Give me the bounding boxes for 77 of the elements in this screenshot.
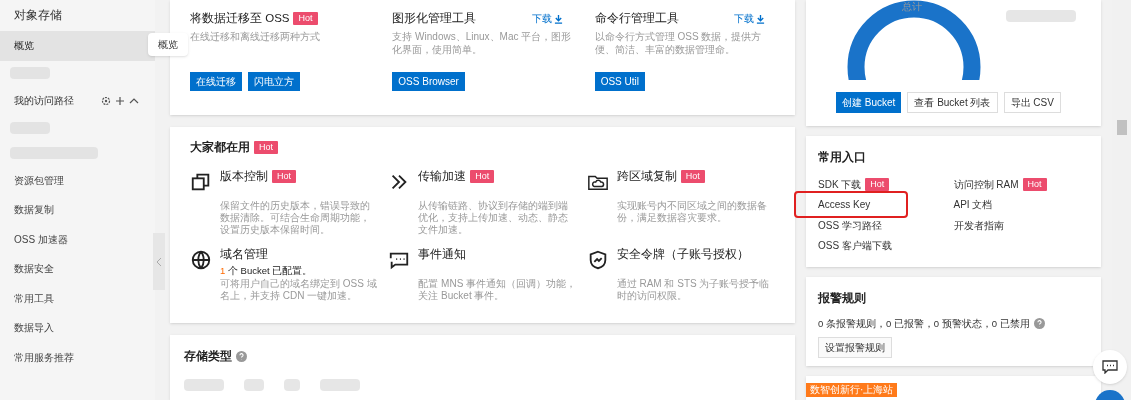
- scrollbar-thumb[interactable]: [1116, 120, 1127, 135]
- sidebar-item[interactable]: 概览: [0, 31, 155, 61]
- promo-tag: 数智创新行·上海站: [806, 383, 898, 397]
- alert-summary: 0 条报警规则，0 已报警，0 预警状态，0 已禁用: [818, 316, 1030, 331]
- overview-button[interactable]: 导出 CSV: [1003, 91, 1061, 113]
- feature-title: 版本控制: [220, 169, 268, 185]
- sidebar-item[interactable]: 资源包管理: [0, 165, 155, 195]
- section-title: 大家都在用: [190, 139, 250, 155]
- sidebar-item[interactable]: 数据安全: [0, 254, 155, 284]
- chevron-left-icon: [156, 256, 162, 267]
- help-icon[interactable]: [1033, 318, 1045, 330]
- tool-title: 命令行管理工具: [594, 11, 679, 26]
- shortcut-link[interactable]: OSS 学习路径: [818, 217, 882, 233]
- feature-description: 实现账号内不同区域之间的数据备份，满足数据容灾要求。: [616, 199, 768, 224]
- blurred-text: [320, 379, 360, 392]
- hot-badge: Hot: [470, 170, 495, 184]
- feature-description: 通过 RAM 和 STS 为子账号授予临时的访问权限。: [616, 277, 771, 302]
- hot-badge: Hot: [293, 12, 318, 26]
- feature-title: 传输加速: [418, 169, 467, 185]
- feature-description: 可将用户自己的域名绑定到 OSS 域名上，并支持 CDN 一键加速。: [220, 277, 378, 302]
- tool-description: 支持 Windows、Linux、Mac 平台，图形化界面，使用简单。: [392, 30, 573, 58]
- feature-title: 安全令牌（子账号授权）: [616, 247, 749, 263]
- blurred-text: [244, 379, 264, 392]
- hot-badge: Hot: [272, 170, 296, 184]
- feature-title: 域名管理: [220, 247, 268, 263]
- download-icon: [756, 13, 765, 24]
- shortcut-link[interactable]: OSS 客户端下载: [818, 238, 892, 254]
- plus-icon[interactable]: [115, 95, 125, 106]
- tool-button[interactable]: OSS Browser: [392, 72, 465, 92]
- overview-button[interactable]: 创建 Bucket: [836, 91, 902, 113]
- collapse-handle[interactable]: [153, 233, 165, 290]
- sidebar-item[interactable]: 常用服务推荐: [0, 342, 155, 372]
- download-icon: [553, 13, 563, 24]
- total-label: 总计: [902, 0, 922, 14]
- download-link[interactable]: 下载: [531, 11, 563, 27]
- alert-settings-button[interactable]: 设置报警规则: [818, 336, 892, 358]
- blurred-text: [184, 379, 224, 392]
- feature-title: 跨区域复制: [616, 169, 677, 185]
- feature-title: 事件通知: [418, 247, 467, 263]
- section-title: 我的访问路径: [14, 94, 74, 108]
- sidebar-title: 对象存储: [13, 7, 63, 24]
- globe-icon: [190, 249, 212, 272]
- tool-button[interactable]: 闪电立方: [248, 72, 300, 92]
- tool-button[interactable]: 在线迁移: [190, 72, 242, 92]
- tool-title: 图形化管理工具: [392, 11, 477, 26]
- overview-button[interactable]: 查看 Bucket 列表: [907, 91, 998, 113]
- feature-status: 1 个 Bucket 已配置。: [220, 263, 314, 278]
- feature-description: 从传输链路、协议到存储的端到端优化，支持上传加速、动态、静态文件加速。: [418, 199, 570, 236]
- tool-button[interactable]: OSS Util: [594, 72, 645, 92]
- help-icon[interactable]: [236, 351, 247, 363]
- settings-icon[interactable]: [101, 95, 111, 106]
- section-title: 报警规则: [818, 291, 867, 307]
- tool-description: 在线迁移和离线迁移两种方式: [190, 30, 321, 45]
- sidebar-item[interactable]: 数据复制: [0, 195, 155, 225]
- sidebar-item[interactable]: OSS 加速器: [0, 224, 155, 254]
- shortcut-link[interactable]: API 文档: [953, 197, 993, 213]
- tool-description: 以命令行方式管理 OSS 数据，提供方便、简洁、丰富的数据管理命。: [594, 30, 763, 58]
- tooltip: 概览: [148, 33, 188, 56]
- sidebar-item[interactable]: 常用工具: [0, 283, 155, 313]
- shortcut-link[interactable]: 开发者指南: [953, 217, 1004, 233]
- blurred-text: [1006, 10, 1076, 22]
- hot-badge: Hot: [865, 177, 890, 191]
- blurred-text: [284, 379, 300, 392]
- sidebar-item[interactable]: 数据导入: [0, 313, 155, 343]
- tool-title: 将数据迁移至 OSS: [190, 11, 290, 26]
- section-title: 常用入口: [818, 149, 867, 165]
- chat-icon: [1102, 360, 1118, 374]
- hot-badge: Hot: [254, 141, 278, 155]
- hot-badge: Hot: [680, 170, 705, 184]
- shortcut-link[interactable]: SDK 下载: [818, 176, 862, 192]
- hot-badge: Hot: [1022, 177, 1047, 191]
- feature-description: 保留文件的历史版本，错误导致的数据清除。可结合生命周期功能，设置历史版本保留时间。: [220, 199, 371, 236]
- shortcut-link[interactable]: 访问控制 RAM: [953, 176, 1019, 192]
- shortcut-link[interactable]: Access Key: [794, 191, 908, 219]
- download-link[interactable]: 下载: [734, 11, 765, 27]
- feature-description: 配置 MNS 事件通知（回调）功能，关注 Bucket 事件。: [418, 277, 577, 302]
- section-title: 存储类型: [184, 349, 232, 364]
